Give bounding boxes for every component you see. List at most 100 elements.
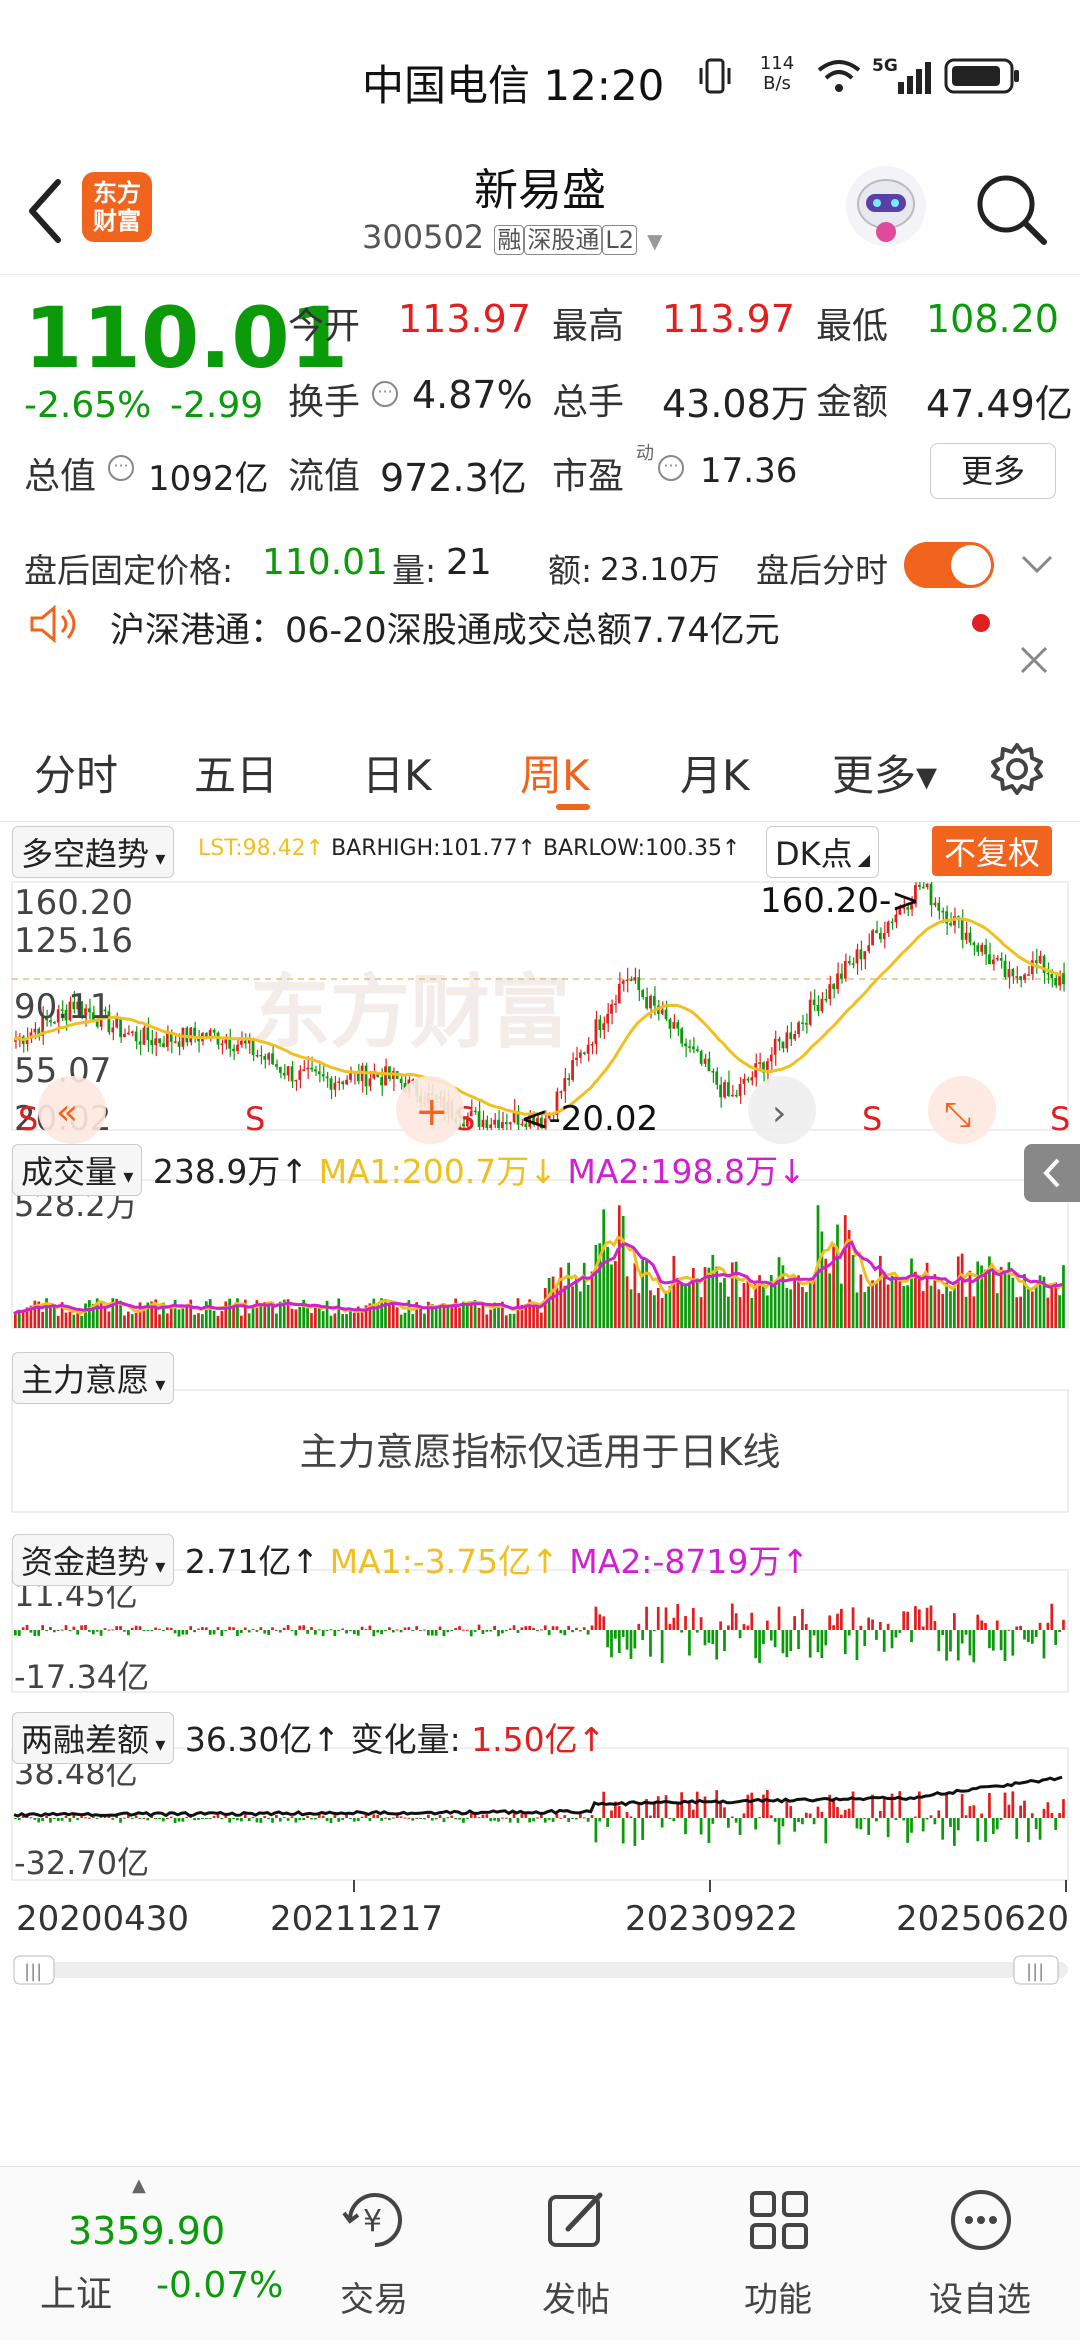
change-pct: -2.65%: [24, 385, 152, 426]
main-indicator-select[interactable]: 多空趋势 ▾: [12, 826, 175, 878]
index-change: -0.07%: [156, 2265, 284, 2306]
robot-assistant-icon[interactable]: [846, 166, 926, 246]
tab-weekly-k[interactable]: 周K: [520, 742, 590, 803]
connect-tag: 深股通: [524, 225, 603, 255]
volume-label: 总手: [552, 382, 625, 423]
x-label-3: 20250620: [896, 1899, 1069, 1939]
index-name: 上证: [40, 2274, 113, 2315]
fund-trend-header: 资金趋势 ▾ 2.71亿↑ MA1:-3.75亿↑ MA2:-8719万↑: [12, 1534, 809, 1586]
wifi-icon: [817, 60, 861, 92]
amount-value: 47.49亿: [926, 382, 1073, 426]
nav-trade-label: 交易: [340, 2280, 408, 2320]
search-icon[interactable]: [974, 172, 1048, 246]
sell-signal: S: [245, 1100, 265, 1138]
close-icon[interactable]: [1018, 644, 1050, 676]
stock-header: 东方 财富 新易盛 300502 融深股通 L2 ▼: [0, 150, 1080, 275]
dk-point-button[interactable]: DK点 ◢: [766, 826, 880, 878]
fund-trend-value: 2.71亿: [184, 1542, 292, 1581]
svg-text:|||: |||: [1026, 1961, 1044, 1982]
index-value: 3359.90: [68, 2209, 226, 2253]
main-indicator-values: LST:98.42↑ BARHIGH:101.77↑ BARLOW:100.35…: [198, 836, 741, 861]
fund-ma2-value: MA2:-8719万: [569, 1542, 782, 1581]
battery-icon: [944, 58, 1019, 94]
pe-value: 17.36: [700, 451, 798, 491]
turnover-value: 4.87%: [412, 373, 533, 417]
chevron-down-icon[interactable]: [1020, 552, 1054, 576]
notice-bar[interactable]: 沪深港通：06-20深股通成交总额7.74亿元: [0, 600, 1080, 712]
sell-signal: S: [862, 1100, 882, 1138]
fund-ma1-value: MA1:-3.75亿: [329, 1542, 532, 1581]
more-button[interactable]: 更多: [930, 443, 1056, 499]
main-y-tick: 90.11: [14, 987, 111, 1027]
vibrate-icon: [699, 58, 731, 94]
index-widget[interactable]: ▲ 3359.90 上证 -0.07%: [0, 2167, 300, 2341]
main-y-tick: 125.16: [14, 921, 133, 961]
tab-five-day[interactable]: 五日: [194, 742, 278, 803]
double-left-icon: «: [56, 1092, 78, 1133]
caret-up-icon: ▲: [132, 2175, 146, 2196]
after-hours-toggle[interactable]: [904, 542, 994, 588]
fund-trend-frame: [11, 1569, 1069, 1693]
carrier-time: 中国电信 12:20: [362, 61, 665, 110]
info-dots-icon[interactable]: ···: [372, 381, 398, 407]
ah-price-label: 盘后固定价格:: [24, 551, 234, 590]
main-force-select[interactable]: 主力意愿 ▾: [12, 1352, 175, 1404]
collapse-panel-button[interactable]: [1024, 1144, 1080, 1202]
x-label-1: 20211217: [270, 1899, 443, 1939]
margin-change-label: 变化量:: [350, 1720, 461, 1759]
tab-more[interactable]: 更多▾: [832, 742, 937, 803]
low-label: 最低: [816, 306, 889, 347]
mktcap-label: 总值: [24, 456, 97, 497]
chevron-left-icon: [1043, 1158, 1060, 1188]
high-label: 最高: [552, 306, 625, 347]
volume-header: 成交量 ▾ 238.9万↑ MA1:200.7万↓ MA2:198.8万↓: [12, 1144, 806, 1196]
fund-trend-select[interactable]: 资金趋势 ▾: [12, 1534, 175, 1586]
nav-functions-label: 功能: [744, 2280, 812, 2320]
ah-vol-label: 量:: [392, 551, 437, 590]
ah-vol-value: 21: [446, 542, 492, 583]
expand-icon: ⤡: [944, 1095, 971, 1135]
gear-icon[interactable]: [990, 742, 1044, 796]
ah-toggle-label: 盘后分时: [756, 551, 888, 590]
net-speed: 114 B/s: [759, 53, 795, 94]
info-dots-icon[interactable]: ···: [108, 455, 134, 481]
margin-value: 36.30亿: [184, 1720, 313, 1759]
nav-functions[interactable]: 功能: [708, 2167, 848, 2341]
grid-apps-icon: [750, 2191, 808, 2249]
margin-header: 两融差额 ▾ 36.30亿↑ 变化量: 1.50亿↑: [12, 1712, 605, 1764]
yen-trade-icon: ¥: [342, 2193, 402, 2247]
amount-label: 金额: [816, 382, 889, 423]
volume-ma1-value: MA1:200.7万: [318, 1152, 530, 1191]
svg-text:¥: ¥: [363, 2204, 382, 2239]
tab-intraday[interactable]: 分时: [34, 742, 118, 803]
sell-signal: S: [18, 1100, 38, 1138]
nav-post[interactable]: 发帖: [506, 2167, 646, 2341]
stock-code: 300502: [362, 218, 485, 256]
margin-change-value: 1.50亿: [471, 1720, 578, 1759]
turnover-label: 换手: [288, 382, 361, 423]
open-label: 今开: [288, 306, 361, 347]
float-value: 972.3亿: [380, 456, 527, 500]
info-dots-icon[interactable]: ···: [658, 455, 684, 481]
nav-add-watchlist[interactable]: 设自选: [910, 2167, 1050, 2341]
low-value: 108.20: [926, 297, 1059, 341]
volume-ma2-value: MA2:198.8万: [567, 1152, 778, 1191]
chart-svg: 东方财富 160.20125.1690.1155.0720.02 160.20-…: [11, 881, 1070, 1985]
adjust-button[interactable]: 不复权: [932, 826, 1053, 876]
notice-text: 沪深港通：06-20深股通成交总额7.74亿元: [110, 611, 780, 651]
after-hours-row: 盘后固定价格: 110.01 量: 21 额: 23.10万 盘后分时: [0, 530, 1080, 600]
signal-icon: [898, 62, 931, 94]
pe-sup: 动: [636, 443, 654, 464]
chart-area[interactable]: 多空趋势 ▾ LST:98.42↑ BARHIGH:101.77↑ BARLOW…: [0, 822, 1080, 2122]
quote-panel: 110.01 -2.65% -2.99 今开 113.97 最高 113.97 …: [0, 275, 1080, 515]
tab-monthly-k[interactable]: 月K: [680, 742, 750, 803]
x-label-0: 20200430: [16, 1899, 189, 1939]
volume-select[interactable]: 成交量 ▾: [12, 1144, 143, 1196]
nav-trade[interactable]: ¥ 交易: [304, 2167, 444, 2341]
margin-select[interactable]: 两融差额 ▾: [12, 1712, 175, 1764]
open-value: 113.97: [398, 297, 531, 341]
main-force-header: 主力意愿 ▾: [12, 1352, 175, 1404]
tab-daily-k[interactable]: 日K: [362, 742, 432, 803]
ah-amt-label: 额:: [548, 551, 593, 590]
watermark: 东方财富: [250, 968, 570, 1057]
